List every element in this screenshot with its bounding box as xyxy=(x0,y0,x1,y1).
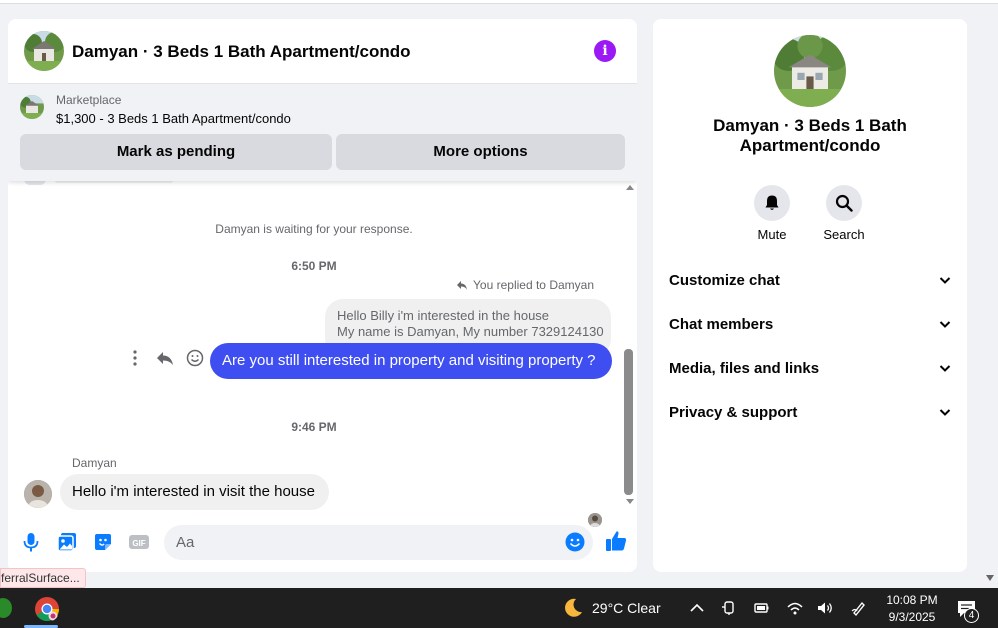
composer: GIF xyxy=(8,519,637,567)
sender-avatar[interactable] xyxy=(24,480,52,508)
gif-icon[interactable]: GIF xyxy=(128,531,150,553)
incoming-message[interactable]: Hello i'm interested in visit the house xyxy=(60,474,329,510)
profile-name: Damyan · 3 Beds 1 Bath Apartment/condo xyxy=(713,116,907,155)
section-media-files-links[interactable]: Media, files and links xyxy=(669,354,951,382)
clock-time: 10:08 PM xyxy=(886,593,938,607)
device-icon[interactable] xyxy=(720,599,738,617)
section-label: Customize chat xyxy=(669,271,780,289)
clock-date: 9/3/2025 xyxy=(888,610,936,624)
outgoing-message[interactable]: Are you still interested in property and… xyxy=(210,343,612,379)
listing-thumbnail[interactable] xyxy=(20,95,44,119)
photo-icon[interactable] xyxy=(56,531,78,553)
top-strip xyxy=(0,0,998,4)
listing-title[interactable]: $1,300 - 3 Beds 1 Bath Apartment/condo xyxy=(56,111,291,126)
more-vertical-icon[interactable] xyxy=(126,349,144,367)
listing-profile-image[interactable] xyxy=(774,35,846,107)
sticker-icon[interactable] xyxy=(92,531,114,553)
taskbar-tooltip: ferralSurface... xyxy=(0,568,86,588)
quoted-line-2: My name is Damyan, My number 7329124130 xyxy=(337,324,604,339)
microphone-icon[interactable] xyxy=(20,531,42,553)
message-actions xyxy=(126,349,204,367)
section-label: Media, files and links xyxy=(669,359,820,377)
mute-button[interactable]: Mute xyxy=(742,185,802,242)
chat-title: Damyan · 3 Beds 1 Bath Apartment/condo xyxy=(72,42,411,61)
chevron-down-icon xyxy=(939,365,951,372)
chat-header: Damyan · 3 Beds 1 Bath Apartment/condo i xyxy=(8,19,637,84)
page-scroll-down-arrow-icon[interactable] xyxy=(986,575,994,581)
conversation-info-panel: Damyan · 3 Beds 1 Bath Apartment/condo M… xyxy=(653,19,967,572)
reply-note-text: You replied to Damyan xyxy=(473,278,594,292)
volume-icon[interactable] xyxy=(816,599,834,617)
svg-text:GIF: GIF xyxy=(132,539,145,548)
scroll-thumb[interactable] xyxy=(624,349,633,495)
taskbar: 29°C Clear 10:08 PM 9/3/2025 4 xyxy=(0,588,998,628)
more-options-button[interactable]: More options xyxy=(336,134,625,170)
clock[interactable]: 10:08 PM 9/3/2025 xyxy=(886,592,938,626)
emoji-icon[interactable] xyxy=(565,532,585,552)
quoted-line-1: Hello Billy i'm interested in the house xyxy=(337,308,550,323)
marketplace-banner: Marketplace $1,300 - 3 Beds 1 Bath Apart… xyxy=(8,84,637,181)
chevron-down-icon xyxy=(939,321,951,328)
pen-icon[interactable] xyxy=(850,599,868,617)
taskbar-app-icon[interactable] xyxy=(0,598,12,618)
mute-label: Mute xyxy=(757,227,787,242)
waiting-notice: Damyan is waiting for your response. xyxy=(215,222,413,236)
message-list[interactable]: Damyan is waiting for your response. 6:5… xyxy=(8,179,637,527)
section-privacy-support[interactable]: Privacy & support xyxy=(669,398,951,426)
notification-count: 4 xyxy=(964,608,979,623)
chevron-down-icon xyxy=(939,409,951,416)
scroll-up-arrow-icon[interactable] xyxy=(626,185,634,190)
timestamp: 6:50 PM xyxy=(291,259,337,273)
mark-as-pending-button[interactable]: Mark as pending xyxy=(20,134,332,170)
reply-icon xyxy=(457,281,468,290)
reply-note: You replied to Damyan xyxy=(456,278,594,292)
chrome-icon[interactable] xyxy=(34,596,60,622)
section-label: Privacy & support xyxy=(669,403,798,421)
info-icon[interactable]: i xyxy=(594,40,616,62)
moon-icon[interactable] xyxy=(562,597,584,619)
wifi-icon[interactable] xyxy=(786,599,804,617)
battery-icon[interactable] xyxy=(752,599,770,617)
timestamp: 9:46 PM xyxy=(291,420,337,434)
search-icon xyxy=(835,194,853,212)
message-input[interactable] xyxy=(164,525,593,560)
react-emoji-icon[interactable] xyxy=(186,349,204,367)
listing-avatar[interactable] xyxy=(24,31,64,71)
notification-center[interactable]: 4 xyxy=(956,598,979,623)
section-chat-members[interactable]: Chat members xyxy=(669,310,951,338)
message-scrollbar[interactable] xyxy=(621,181,637,511)
thumbs-up-icon[interactable] xyxy=(604,529,628,553)
search-label: Search xyxy=(823,227,865,242)
chevron-down-icon xyxy=(939,277,951,284)
weather-text[interactable]: 29°C Clear xyxy=(592,600,661,616)
sender-name: Damyan xyxy=(72,456,117,470)
bell-icon xyxy=(765,195,779,210)
marketplace-label: Marketplace xyxy=(56,93,122,107)
search-button[interactable]: Search xyxy=(814,185,874,242)
scroll-down-arrow-icon[interactable] xyxy=(626,499,634,504)
reply-icon[interactable] xyxy=(156,349,174,367)
section-label: Chat members xyxy=(669,315,774,333)
chevron-up-icon[interactable] xyxy=(688,599,706,617)
section-customize-chat[interactable]: Customize chat xyxy=(669,266,951,294)
chat-panel: Damyan · 3 Beds 1 Bath Apartment/condo i… xyxy=(8,19,637,572)
